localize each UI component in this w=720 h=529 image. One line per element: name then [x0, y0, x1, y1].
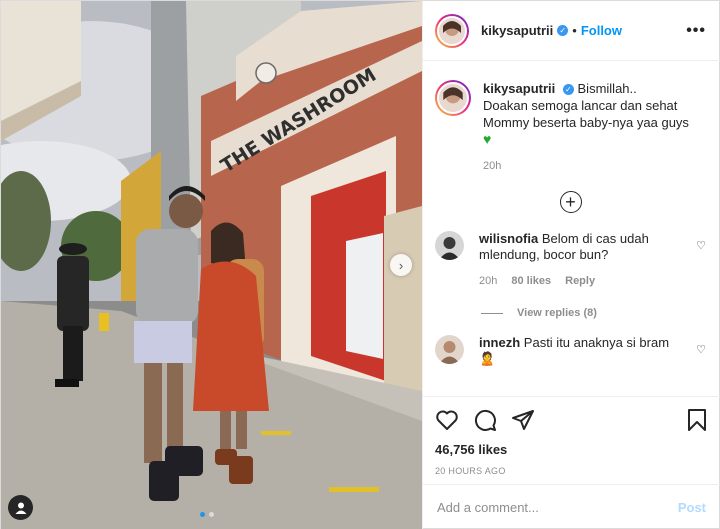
chevron-right-icon: › [398, 257, 404, 273]
instagram-post-dialog: THE WASHROOM › kikysaputrii ✓ • Follow •… [0, 0, 720, 529]
caption-timestamp[interactable]: 20h [483, 158, 693, 175]
green-heart-emoji: ♥ [483, 131, 492, 147]
caption-username[interactable]: kikysaputrii [483, 81, 555, 96]
likes-count[interactable]: 46,756 likes [435, 442, 708, 457]
carousel-dot-active [200, 512, 205, 517]
follow-button[interactable]: Follow [581, 23, 622, 38]
comment-emoji: 🙎 [479, 351, 496, 366]
commenter-username[interactable]: wilisnofia [479, 231, 538, 246]
caption-line-3: Mommy beserta baby-nya yaa guys [483, 115, 689, 130]
comment-composer: Post [423, 484, 720, 529]
share-paper-plane-icon[interactable] [511, 408, 535, 432]
commenter-avatar[interactable] [435, 231, 464, 260]
carousel-indicator [200, 512, 214, 517]
comment-bubble-icon[interactable] [473, 408, 497, 432]
post-details-panel: kikysaputrii ✓ • Follow ••• kikysaputrii… [422, 1, 720, 529]
replies-divider [481, 312, 503, 314]
comments-section[interactable]: kikysaputrii ✓ Bismillah.. Doakan semoga… [423, 62, 720, 396]
view-replies-label: View replies (8) [517, 307, 597, 319]
commenter-avatar[interactable] [435, 335, 464, 364]
comment-item: innezh Pasti itu anaknya si bram 🙎 ♡ [435, 335, 706, 367]
post-caption: kikysaputrii ✓ Bismillah.. Doakan semoga… [435, 80, 706, 175]
comment-item: wilisnofia Belom di cas udah mlendung, b… [435, 231, 706, 289]
commenter-username[interactable]: innezh [479, 335, 520, 350]
reply-button[interactable]: Reply [565, 273, 595, 289]
comment-likes[interactable]: 80 likes [511, 273, 551, 289]
comment-like-heart-icon[interactable]: ♡ [696, 239, 706, 252]
separator-dot: • [572, 23, 577, 38]
post-timestamp[interactable]: 20 HOURS AGO [435, 466, 708, 476]
like-heart-icon[interactable] [435, 408, 459, 432]
post-header: kikysaputrii ✓ • Follow ••• [423, 1, 720, 61]
verified-badge-icon: ✓ [557, 25, 569, 36]
carousel-dot [209, 512, 214, 517]
post-actions: 46,756 likes 20 HOURS AGO [423, 396, 720, 476]
load-more-comments[interactable]: + [435, 191, 706, 215]
author-username[interactable]: kikysaputrii [481, 23, 553, 38]
comment-text: Pasti itu anaknya si bram [523, 335, 670, 350]
plus-circle-icon[interactable]: + [559, 191, 582, 213]
verified-badge-icon: ✓ [562, 84, 574, 96]
tagged-users-button[interactable] [8, 495, 33, 520]
comment-time[interactable]: 20h [479, 273, 497, 289]
comment-input[interactable] [437, 500, 678, 515]
next-image-button[interactable]: › [390, 254, 412, 276]
save-bookmark-icon[interactable] [686, 408, 708, 432]
caption-line-1: Bismillah.. [577, 81, 637, 96]
comment-like-heart-icon[interactable]: ♡ [696, 343, 706, 356]
view-replies-button[interactable]: View replies (8) [481, 307, 706, 319]
photo-scene: THE WASHROOM [1, 1, 422, 529]
post-photo[interactable]: THE WASHROOM › [1, 1, 422, 529]
caption-line-2: Doakan semoga lancar dan sehat [483, 98, 678, 113]
user-silhouette-icon [15, 502, 26, 514]
post-comment-button[interactable]: Post [678, 500, 706, 515]
caption-avatar[interactable] [435, 80, 471, 116]
more-options-icon[interactable]: ••• [686, 22, 706, 40]
author-avatar[interactable] [435, 13, 469, 48]
